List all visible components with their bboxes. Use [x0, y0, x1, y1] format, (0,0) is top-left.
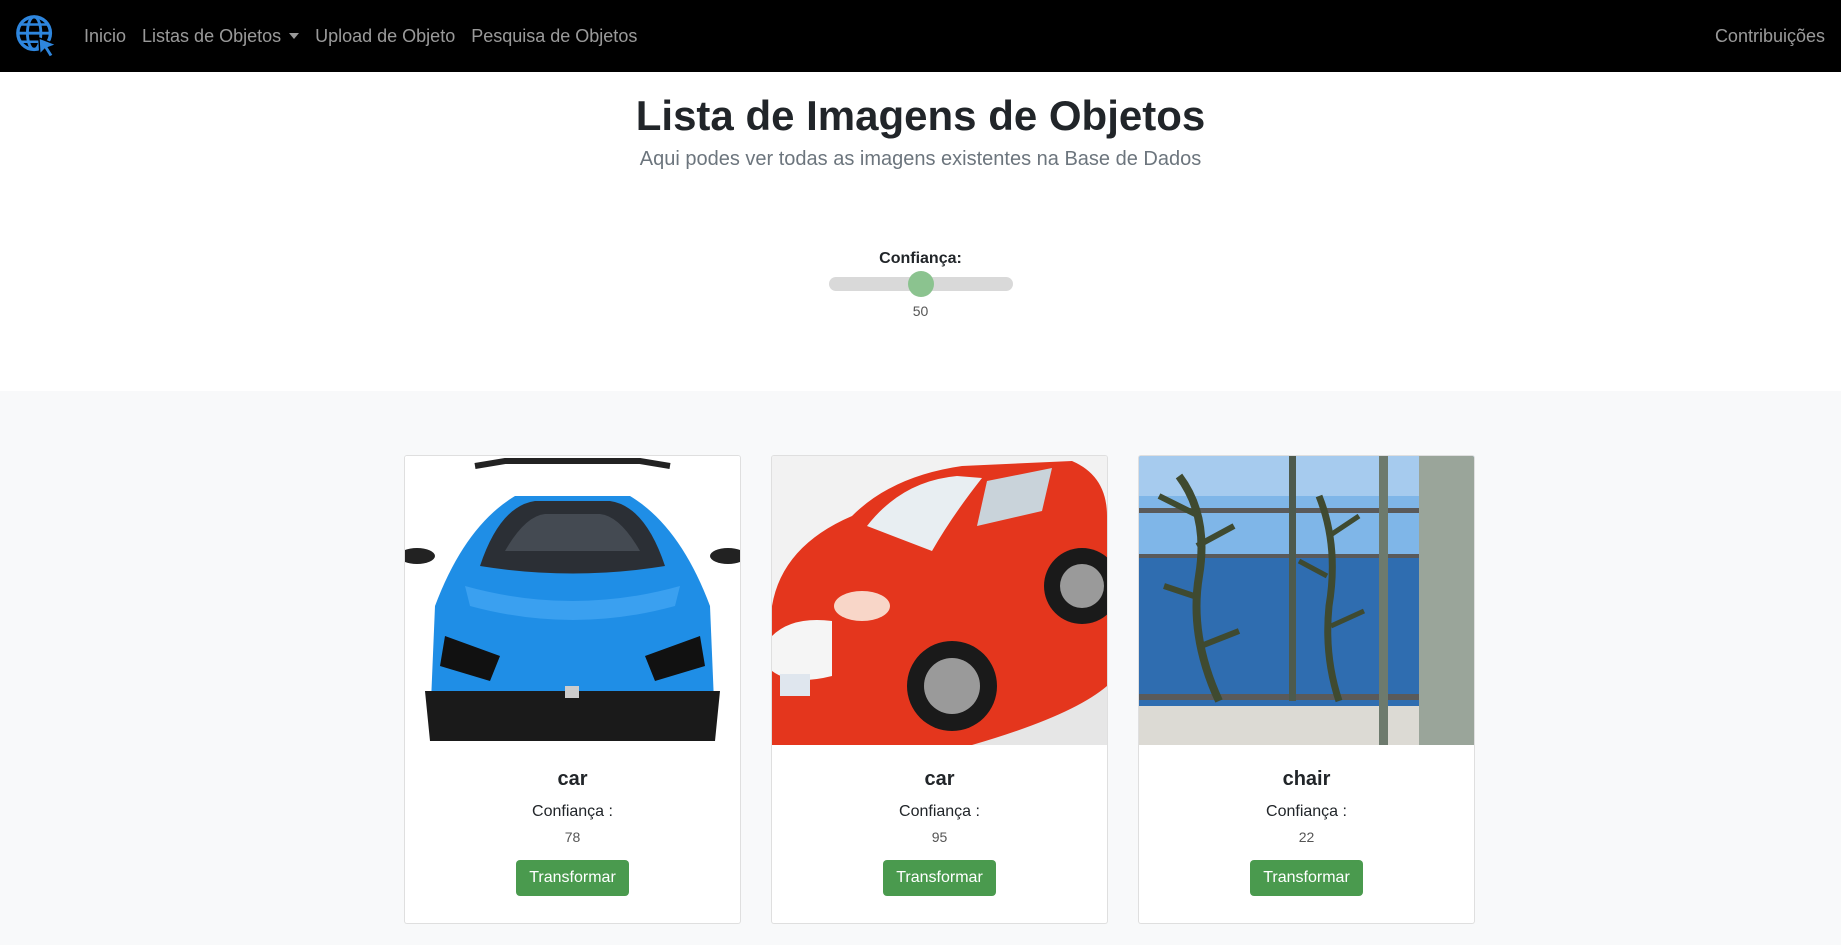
transform-button[interactable]: Transformar: [883, 860, 996, 896]
page-title: Lista de Imagens de Objetos: [635, 92, 1206, 139]
transform-button[interactable]: Transformar: [1250, 860, 1363, 896]
navbar: Inicio Listas de Objetos Upload de Objet…: [0, 0, 1841, 72]
card-title: car: [924, 768, 955, 790]
card-confidence-label: Confiança :: [899, 803, 980, 820]
blue-sports-car-image: [405, 456, 740, 745]
slider-thumb[interactable]: [907, 271, 934, 297]
transform-button[interactable]: Transformar: [516, 860, 629, 896]
globe-cursor-icon[interactable]: [14, 13, 60, 59]
confidence-filter: Confiança: 50: [0, 250, 1841, 319]
balcony-sea-view-image: [1139, 456, 1474, 745]
object-card: car Confiança : 95 Transformar: [771, 455, 1108, 924]
card-title: chair: [1282, 768, 1331, 790]
slider-value: 50: [912, 303, 929, 319]
card-title: car: [557, 768, 588, 790]
nav-pesquisa[interactable]: Pesquisa de Objetos: [471, 26, 637, 47]
object-card-list: car Confiança : 78 Transformar car Confi…: [404, 455, 1475, 924]
slider-label: Confiança:: [879, 250, 962, 267]
nav-inicio[interactable]: Inicio: [84, 26, 126, 47]
card-confidence-value: 22: [1298, 829, 1315, 845]
nav-listas-dropdown[interactable]: Listas de Objetos: [142, 25, 300, 47]
card-confidence-label: Confiança :: [1266, 803, 1347, 820]
card-confidence-value: 78: [564, 829, 581, 845]
card-confidence-value: 95: [931, 829, 948, 845]
object-card: chair Confiança : 22 Transformar: [1138, 455, 1475, 924]
nav-upload[interactable]: Upload de Objeto: [315, 26, 455, 47]
nav-contribuicoes[interactable]: Contribuições: [1715, 26, 1825, 47]
chevron-down-icon: [289, 33, 300, 39]
page-subtitle: Aqui podes ver todas as imagens existent…: [639, 148, 1202, 170]
object-card: car Confiança : 78 Transformar: [404, 455, 741, 924]
card-confidence-label: Confiança :: [532, 803, 613, 820]
red-sports-car-image: [772, 456, 1107, 745]
confidence-slider[interactable]: [828, 271, 1013, 297]
hero-section: Lista de Imagens de Objetos Aqui podes v…: [0, 72, 1841, 391]
nav-listas-label: Listas de Objetos: [142, 25, 282, 46]
